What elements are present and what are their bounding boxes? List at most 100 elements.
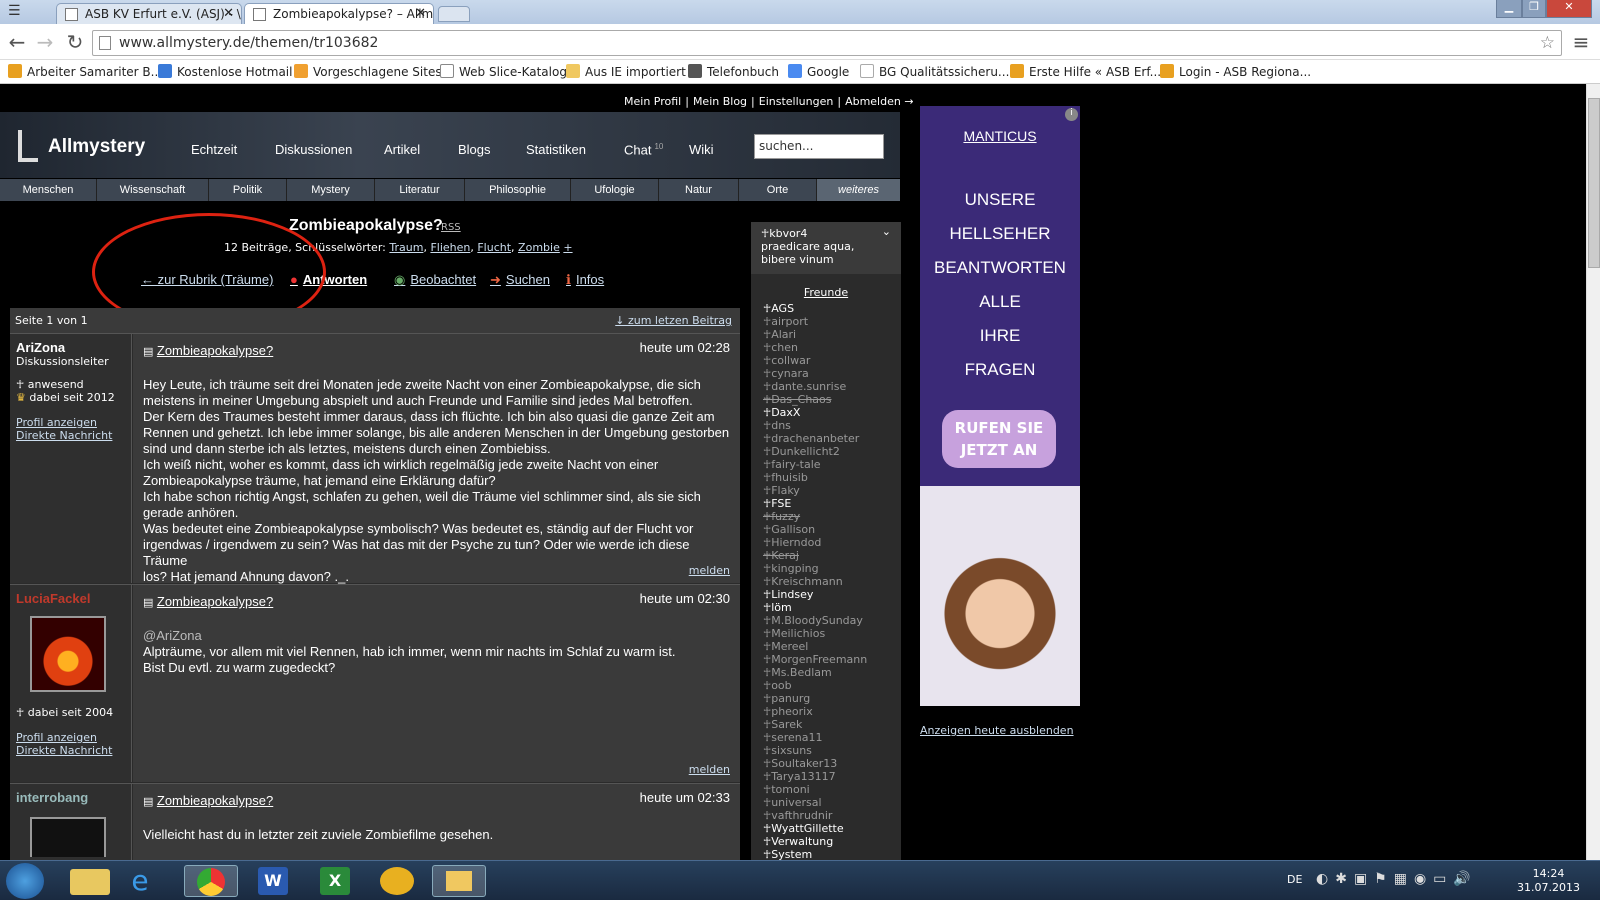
post-title-link[interactable]: Zombieapokalypse?	[157, 594, 273, 609]
friend-item[interactable]: ☥Ms.Bedlam	[763, 666, 867, 679]
friend-item[interactable]: ☥dns	[763, 419, 867, 432]
settings-link[interactable]: Einstellungen	[755, 95, 838, 108]
friend-item[interactable]: ☥airport	[763, 315, 867, 328]
friend-item[interactable]: ☥Keraj	[763, 549, 867, 562]
friend-item[interactable]: ☥universal	[763, 796, 867, 809]
minimize-window-button[interactable]: ▁	[1496, 0, 1522, 18]
sidebar-username[interactable]: ☥kbvor4 ⌄	[761, 225, 891, 240]
info-link[interactable]: ℹ Infos	[566, 272, 604, 288]
category-politik[interactable]: Politik	[209, 179, 287, 201]
direct-message-link[interactable]: Direkte Nachricht	[16, 429, 125, 442]
page-scrollbar[interactable]	[1586, 84, 1600, 860]
friend-item[interactable]: ☥drachenanbeter	[763, 432, 867, 445]
friend-item[interactable]: ☥fuzzy	[763, 510, 867, 523]
ie-taskbar-icon[interactable]: e	[122, 866, 158, 896]
friend-item[interactable]: ☥tomoni	[763, 783, 867, 796]
category-natur[interactable]: Natur	[659, 179, 739, 201]
language-indicator[interactable]: DE	[1287, 873, 1302, 886]
nav-statistiken[interactable]: Statistiken	[526, 142, 586, 157]
bookmark-item[interactable]: Web Slice-Katalog	[440, 64, 567, 79]
close-window-button[interactable]: ✕	[1546, 0, 1592, 18]
bookmark-item[interactable]: Login - ASB Regiona...	[1160, 64, 1311, 79]
bookmark-star-icon[interactable]: ☆	[1540, 33, 1555, 53]
post-mention[interactable]: @AriZona	[143, 628, 730, 644]
post-username[interactable]: interrobang	[16, 790, 125, 805]
keyword-link[interactable]: Flucht	[477, 241, 511, 254]
friend-item[interactable]: ☥cynara	[763, 367, 867, 380]
friend-item[interactable]: ☥fairy-tale	[763, 458, 867, 471]
friend-item[interactable]: ☥Tarya13117	[763, 770, 867, 783]
close-tab-icon[interactable]: ✕	[223, 6, 234, 21]
profile-link[interactable]: Profil anzeigen	[16, 731, 125, 744]
friend-item[interactable]: ☥MorgenFreemann	[763, 653, 867, 666]
bookmark-item[interactable]: Arbeiter Samariter B...	[8, 64, 162, 79]
friend-item[interactable]: ☥M.BloodySunday	[763, 614, 867, 627]
outlook-taskbar-icon[interactable]	[432, 865, 486, 897]
category-orte[interactable]: Orte	[739, 179, 817, 201]
friend-item[interactable]: ☥FSE	[763, 497, 867, 510]
back-arrow-icon[interactable]: ←	[4, 29, 30, 55]
rss-link[interactable]: RSS	[441, 222, 461, 233]
explorer-taskbar-icon[interactable]	[70, 869, 110, 895]
category-menschen[interactable]: Menschen	[0, 179, 97, 201]
friend-item[interactable]: ☥dante.sunrise	[763, 380, 867, 393]
nav-chat[interactable]: Chat 10	[624, 142, 663, 157]
keyword-link[interactable]: Fliehen	[430, 241, 470, 254]
advertisement[interactable]: i MANTICUS UNSERE HELLSEHER BEANTWORTEN …	[920, 106, 1080, 706]
ad-call-button[interactable]: RUFEN SIE JETZT AN	[942, 410, 1056, 468]
nav-diskussionen[interactable]: Diskussionen	[275, 142, 352, 157]
keyword-link[interactable]: Zombie	[518, 241, 560, 254]
nav-artikel[interactable]: Artikel	[384, 142, 420, 157]
forward-arrow-icon[interactable]: →	[32, 29, 58, 55]
friend-item[interactable]: ☥Verwaltung	[763, 835, 867, 848]
friend-item[interactable]: ☥fhuisib	[763, 471, 867, 484]
bookmark-item[interactable]: Google	[788, 64, 849, 79]
friend-item[interactable]: ☥Hierndod	[763, 536, 867, 549]
excel-taskbar-icon[interactable]: X	[320, 867, 350, 895]
friend-item[interactable]: ☥Lindsey	[763, 588, 867, 601]
friend-item[interactable]: ☥DaxX	[763, 406, 867, 419]
chrome-taskbar-icon[interactable]	[184, 865, 238, 897]
search-input[interactable]: suchen...	[754, 134, 884, 159]
new-tab-button[interactable]	[438, 6, 470, 22]
direct-message-link[interactable]: Direkte Nachricht	[16, 744, 125, 757]
bookmark-item[interactable]: Kostenlose Hotmail	[158, 64, 292, 79]
my-blog-link[interactable]: Mein Blog	[689, 95, 751, 108]
browser-tab-asb[interactable]: ASB KV Erfurt e.V. (ASJ) - \ ✕	[56, 3, 242, 24]
friend-item[interactable]: ☥WyattGillette	[763, 822, 867, 835]
system-tray-icons[interactable]: ◐✱▣⚑▦◉▭🔊	[1316, 871, 1478, 887]
chrome-menu-icon[interactable]: ≡	[1568, 29, 1594, 55]
friend-item[interactable]: ☥Gallison	[763, 523, 867, 536]
my-profile-link[interactable]: Mein Profil	[620, 95, 685, 108]
friend-item[interactable]: ☥kingping	[763, 562, 867, 575]
reload-icon[interactable]: ↻	[62, 29, 88, 55]
bookmark-item[interactable]: BG Qualitätssicheru...	[860, 64, 1009, 79]
category-philosophie[interactable]: Philosophie	[465, 179, 571, 201]
friend-item[interactable]: ☥pheorix	[763, 705, 867, 718]
last-post-link[interactable]: ↓ zum letzen Beitrag	[615, 314, 732, 327]
report-link[interactable]: melden	[689, 564, 730, 577]
browser-menu-icon[interactable]: ☰	[8, 3, 38, 21]
friend-item[interactable]: ☥vafthrudnir	[763, 809, 867, 822]
category-literatur[interactable]: Literatur	[375, 179, 465, 201]
friend-item[interactable]: ☥Mereel	[763, 640, 867, 653]
friend-item[interactable]: ☥collwar	[763, 354, 867, 367]
category-weiteres[interactable]: weiteres	[817, 179, 900, 201]
hide-ads-link[interactable]: Anzeigen heute ausblenden	[920, 724, 1074, 737]
friend-item[interactable]: ☥löm	[763, 601, 867, 614]
post-title-link[interactable]: Zombieapokalypse?	[157, 793, 273, 808]
category-mystery[interactable]: Mystery	[287, 179, 375, 201]
maximize-window-button[interactable]: ❐	[1522, 0, 1546, 18]
close-tab-icon[interactable]: ✕	[415, 6, 426, 21]
post-title-link[interactable]: Zombieapokalypse?	[157, 343, 273, 358]
scrollbar-thumb[interactable]	[1588, 98, 1600, 268]
nav-blogs[interactable]: Blogs	[458, 142, 491, 157]
more-keywords-link[interactable]: +	[563, 241, 572, 254]
friend-item[interactable]: ☥AGS	[763, 302, 867, 315]
start-button[interactable]	[6, 863, 44, 899]
search-thread-link[interactable]: ➜ Suchen	[490, 272, 550, 288]
chevron-down-icon[interactable]: ⌄	[882, 225, 891, 238]
post-username[interactable]: LuciaFackel	[16, 591, 125, 606]
avatar[interactable]	[30, 817, 106, 857]
friend-item[interactable]: ☥Alari	[763, 328, 867, 341]
